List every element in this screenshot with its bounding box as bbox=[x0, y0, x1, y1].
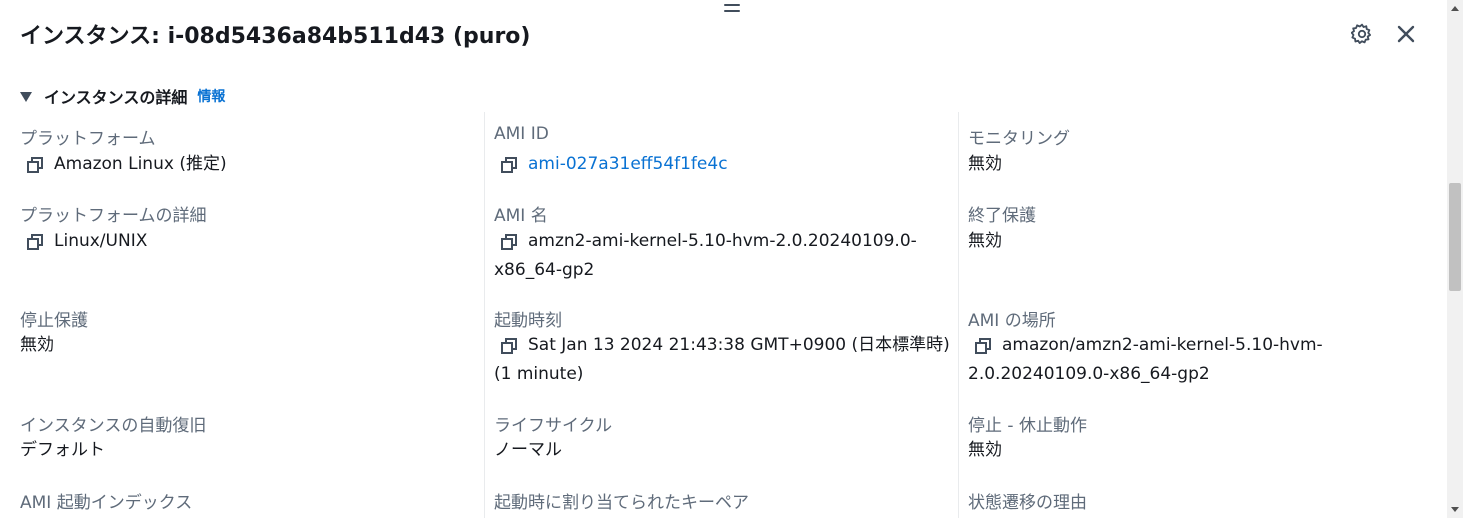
monitoring-value: 無効 bbox=[968, 154, 1002, 174]
scroll-up-arrow-icon[interactable] bbox=[1451, 6, 1459, 11]
ami-launch-index-label: AMI 起動インデックス bbox=[20, 493, 193, 513]
ami-id-label: AMI ID bbox=[494, 124, 549, 144]
platform-label: プラットフォーム bbox=[20, 129, 156, 149]
ami-location-value-line1: amazon/amzn2-ami-kernel-5.10-hvm- bbox=[1002, 335, 1323, 355]
key-pair-label: 起動時に割り当てられたキーペア bbox=[494, 493, 749, 513]
platform-details-label: プラットフォームの詳細 bbox=[20, 206, 207, 226]
ami-name-value-line2: x86_64-gp2 bbox=[494, 260, 595, 280]
scrollbar-thumb[interactable] bbox=[1449, 183, 1461, 291]
close-icon[interactable] bbox=[1393, 21, 1419, 47]
gear-icon[interactable] bbox=[1349, 21, 1375, 47]
stop-hibernate-label: 停止 - 休止動作 bbox=[968, 416, 1087, 436]
platform-value: Amazon Linux (推定) bbox=[20, 150, 227, 179]
ami-location-value-line2: 2.0.20240109.0-x86_64-gp2 bbox=[968, 364, 1210, 384]
launch-time-label: 起動時刻 bbox=[494, 311, 562, 331]
section-title: インスタンスの詳細 bbox=[44, 88, 188, 107]
ami-location-label: AMI の場所 bbox=[968, 311, 1056, 331]
lifecycle-label: ライフサイクル bbox=[494, 416, 613, 436]
stop-protection-label: 停止保護 bbox=[20, 311, 88, 331]
launch-time-value-line1: Sat Jan 13 2024 21:43:38 GMT+0900 (日本標準時… bbox=[528, 335, 950, 355]
ami-name-label: AMI 名 bbox=[494, 206, 548, 226]
lifecycle-value: ノーマル bbox=[494, 440, 562, 460]
drag-handle-icon[interactable] bbox=[724, 4, 740, 16]
column-divider bbox=[958, 112, 959, 518]
platform-value-text: Amazon Linux (推定) bbox=[54, 154, 227, 174]
ami-id-value: ami-027a31eff54f1fe4c bbox=[494, 150, 728, 179]
copy-icon[interactable] bbox=[26, 233, 44, 251]
column-divider bbox=[484, 112, 485, 518]
platform-details-value-text: Linux/UNIX bbox=[54, 231, 148, 251]
termination-protection-label: 終了保護 bbox=[968, 206, 1036, 226]
ami-name-value-line1: amzn2-ami-kernel-5.10-hvm-2.0.20240109.0… bbox=[528, 231, 917, 251]
copy-icon[interactable] bbox=[974, 337, 992, 355]
copy-icon[interactable] bbox=[500, 233, 518, 251]
copy-icon[interactable] bbox=[26, 156, 44, 174]
state-transition-reason-label: 状態遷移の理由 bbox=[968, 493, 1087, 513]
vertical-scrollbar[interactable] bbox=[1447, 0, 1463, 518]
ami-name-value: amzn2-ami-kernel-5.10-hvm-2.0.20240109.0… bbox=[494, 227, 917, 285]
stop-hibernate-value: 無効 bbox=[968, 440, 1002, 460]
ami-location-value: amazon/amzn2-ami-kernel-5.10-hvm- 2.0.20… bbox=[968, 331, 1323, 389]
launch-time-value-line2: (1 minute) bbox=[494, 364, 584, 384]
auto-recovery-value: デフォルト bbox=[20, 440, 105, 460]
page-title: インスタンス: i-08d5436a84b511d43 (puro) bbox=[20, 24, 531, 49]
monitoring-label: モニタリング bbox=[968, 129, 1070, 149]
stop-protection-value: 無効 bbox=[20, 335, 54, 355]
launch-time-value: Sat Jan 13 2024 21:43:38 GMT+0900 (日本標準時… bbox=[494, 331, 950, 389]
scroll-down-arrow-icon[interactable] bbox=[1451, 507, 1459, 512]
ami-id-link[interactable]: ami-027a31eff54f1fe4c bbox=[528, 150, 728, 179]
copy-icon[interactable] bbox=[500, 337, 518, 355]
info-link[interactable]: 情報 bbox=[197, 86, 225, 106]
section-toggle[interactable]: インスタンスの詳細 情報 bbox=[20, 84, 225, 108]
copy-icon[interactable] bbox=[500, 156, 518, 174]
auto-recovery-label: インスタンスの自動復旧 bbox=[20, 416, 207, 436]
platform-details-value: Linux/UNIX bbox=[20, 227, 147, 256]
termination-protection-value: 無効 bbox=[968, 231, 1002, 251]
caret-down-icon bbox=[20, 92, 32, 102]
